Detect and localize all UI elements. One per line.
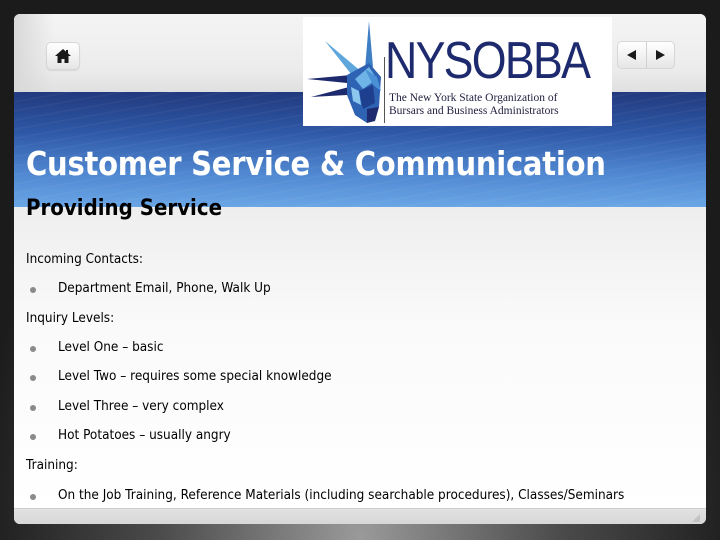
list-item: Level Three – very complex	[58, 399, 224, 414]
bullet-icon	[30, 375, 36, 381]
bullet-icon	[30, 494, 36, 500]
bullet-icon	[30, 346, 36, 352]
bullet-icon	[30, 434, 36, 440]
list-item: Level Two – requires some special knowle…	[58, 369, 332, 384]
home-icon	[55, 49, 71, 63]
bullet-icon	[30, 287, 36, 293]
slide-panel: NYSOBBA The New York State Organization …	[14, 14, 706, 524]
next-slide-button[interactable]	[645, 42, 675, 68]
nysobba-logo: NYSOBBA The New York State Organization …	[303, 17, 612, 126]
triangle-left-icon	[626, 50, 636, 60]
bullet-icon	[30, 405, 36, 411]
statue-of-liberty-crown-icon	[307, 21, 381, 123]
triangle-right-icon	[656, 50, 666, 60]
section-heading-incoming: Incoming Contacts:	[26, 252, 144, 267]
home-button[interactable]	[46, 42, 80, 70]
previous-slide-button[interactable]	[618, 42, 646, 68]
slide-nav-buttons	[617, 41, 675, 69]
section-heading-inquiry: Inquiry Levels:	[26, 311, 115, 326]
list-item: Level One – basic	[58, 340, 164, 355]
slide-footer	[14, 508, 706, 524]
slide-subtitle: Providing Service	[26, 196, 223, 221]
logo-subtitle-line2: Bursars and Business Administrators	[389, 105, 559, 117]
list-item: Hot Potatoes – usually angry	[58, 428, 231, 443]
logo-subtitle: The New York State Organization of Bursa…	[389, 92, 559, 118]
logo-subtitle-line1: The New York State Organization of	[389, 92, 558, 104]
section-heading-training: Training:	[26, 458, 78, 473]
list-item: On the Job Training, Reference Materials…	[58, 488, 625, 503]
slide-title: Customer Service & Communication	[26, 144, 606, 183]
logo-wordmark: NYSOBBA	[385, 32, 591, 90]
list-item: Department Email, Phone, Walk Up	[58, 281, 271, 296]
resize-grip-icon[interactable]	[692, 514, 700, 522]
